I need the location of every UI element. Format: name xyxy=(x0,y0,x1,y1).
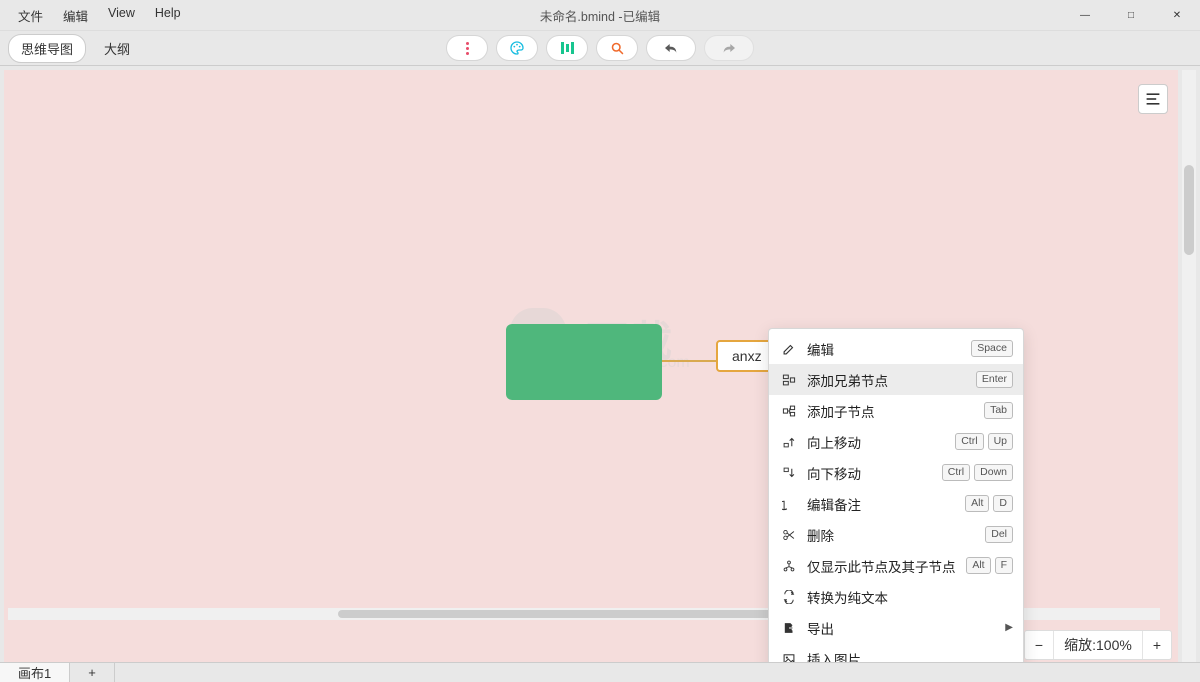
ctx-edit[interactable]: 编辑 Space xyxy=(769,333,1023,364)
ctx-image-label: 插入图片 xyxy=(807,649,1013,663)
key-tag: Down xyxy=(974,464,1013,481)
export-icon xyxy=(781,620,797,636)
ctx-delete[interactable]: 删除 Del xyxy=(769,519,1023,550)
mindmap-canvas[interactable]: 安下载 .com anxz − 缩放:100% + 编辑 Space 添加兄弟节… xyxy=(4,70,1178,662)
ctx-move-down[interactable]: 向下移动 CtrlDown xyxy=(769,457,1023,488)
search-button[interactable] xyxy=(596,35,638,61)
key-tag: D xyxy=(993,495,1013,512)
root-node[interactable] xyxy=(506,324,662,400)
ctx-note-label: 编辑备注 xyxy=(807,494,955,514)
note-icon xyxy=(781,496,797,512)
ctx-plaintext[interactable]: 转换为纯文本 xyxy=(769,581,1023,612)
ctx-edit-label: 编辑 xyxy=(807,339,961,359)
context-menu: 编辑 Space 添加兄弟节点 Enter 添加子节点 Tab 向上移动 Ctr… xyxy=(768,328,1024,662)
view-tabs: 思维导图 大纲 xyxy=(0,34,142,63)
palette-icon xyxy=(509,40,525,56)
image-icon xyxy=(781,651,797,663)
ctx-export-label: 导出 xyxy=(807,618,989,638)
add-canvas-tab[interactable]: + xyxy=(70,663,115,682)
bottom-tab-bar: 画布1 + xyxy=(0,662,1200,682)
menu-view[interactable]: View xyxy=(98,2,145,29)
theme-button[interactable] xyxy=(496,35,538,61)
key-tag: Ctrl xyxy=(942,464,970,481)
undo-button[interactable] xyxy=(646,35,696,61)
key-tag: Ctrl xyxy=(955,433,983,450)
tab-outline[interactable]: 大纲 xyxy=(92,35,142,62)
menu-help[interactable]: Help xyxy=(145,2,191,29)
key-tag: Up xyxy=(988,433,1013,450)
key-tag: Enter xyxy=(976,371,1013,388)
zoom-level[interactable]: 缩放:100% xyxy=(1053,631,1142,659)
move-up-icon xyxy=(781,434,797,450)
tab-mindmap[interactable]: 思维导图 xyxy=(8,34,86,63)
ctx-edit-note[interactable]: 编辑备注 AltD xyxy=(769,488,1023,519)
ctx-isolate[interactable]: 仅显示此节点及其子节点 Alt F xyxy=(769,550,1023,581)
undo-icon xyxy=(663,41,679,55)
zoom-out-button[interactable]: − xyxy=(1025,631,1053,659)
ctx-export[interactable]: 导出 ▶ xyxy=(769,612,1023,643)
ctx-sibling-label: 添加兄弟节点 xyxy=(807,370,966,390)
redo-button[interactable] xyxy=(704,35,754,61)
menu-edit[interactable]: 编辑 xyxy=(53,2,98,29)
key-tag: F xyxy=(995,557,1013,574)
structure-button[interactable] xyxy=(546,35,588,61)
submenu-arrow-icon: ▶ xyxy=(1005,622,1013,633)
scissors-icon xyxy=(781,527,797,543)
canvas-area: 安下载 .com anxz − 缩放:100% + 编辑 Space 添加兄弟节… xyxy=(0,66,1200,662)
child-node-icon xyxy=(781,403,797,419)
key-tag: Tab xyxy=(984,402,1013,419)
minimize-button[interactable]: — xyxy=(1062,0,1108,30)
structure-icon xyxy=(561,42,574,54)
key-tag: Del xyxy=(985,526,1013,543)
zoom-control: − 缩放:100% + xyxy=(1024,630,1172,660)
canvas-tab-1[interactable]: 画布1 xyxy=(0,663,70,682)
outline-panel-toggle[interactable] xyxy=(1138,84,1168,114)
pencil-icon xyxy=(781,341,797,357)
window-controls: — □ ✕ xyxy=(1062,0,1200,30)
ctx-add-child[interactable]: 添加子节点 Tab xyxy=(769,395,1023,426)
ctx-insert-image[interactable]: 插入图片 xyxy=(769,643,1023,662)
ctx-down-label: 向下移动 xyxy=(807,463,932,483)
vertical-scrollbar[interactable] xyxy=(1182,70,1196,662)
title-bar: 文件 编辑 View Help 未命名.bmind -已编辑 — □ ✕ xyxy=(0,0,1200,30)
key-tag: Alt xyxy=(965,495,989,512)
ctx-isolate-label: 仅显示此节点及其子节点 xyxy=(807,556,956,576)
list-icon xyxy=(1145,92,1161,106)
toolbar: 思维导图 大纲 xyxy=(0,30,1200,66)
more-vertical-icon xyxy=(466,42,469,55)
zoom-in-button[interactable]: + xyxy=(1142,631,1171,659)
convert-icon xyxy=(781,589,797,605)
focus-node-icon xyxy=(781,558,797,574)
ctx-delete-label: 删除 xyxy=(807,525,975,545)
move-down-icon xyxy=(781,465,797,481)
ctx-plain-label: 转换为纯文本 xyxy=(807,587,1013,607)
menu-file[interactable]: 文件 xyxy=(8,2,53,29)
ctx-child-label: 添加子节点 xyxy=(807,401,974,421)
v-scroll-thumb[interactable] xyxy=(1184,165,1194,255)
key-tag: Space xyxy=(971,340,1013,357)
maximize-button[interactable]: □ xyxy=(1108,0,1154,30)
redo-icon xyxy=(721,41,737,55)
sibling-node-icon xyxy=(781,372,797,388)
more-options-button[interactable] xyxy=(446,35,488,61)
close-button[interactable]: ✕ xyxy=(1154,0,1200,30)
ctx-up-label: 向上移动 xyxy=(807,432,945,452)
ctx-add-sibling[interactable]: 添加兄弟节点 Enter xyxy=(769,364,1023,395)
menu-bar: 文件 编辑 View Help xyxy=(0,2,191,29)
key-tag: Alt xyxy=(966,557,990,574)
window-title: 未命名.bmind -已编辑 xyxy=(540,6,660,25)
node-connector xyxy=(662,360,716,362)
toolbar-center xyxy=(446,35,754,61)
search-icon xyxy=(610,41,625,56)
ctx-move-up[interactable]: 向上移动 Ctrl Up xyxy=(769,426,1023,457)
